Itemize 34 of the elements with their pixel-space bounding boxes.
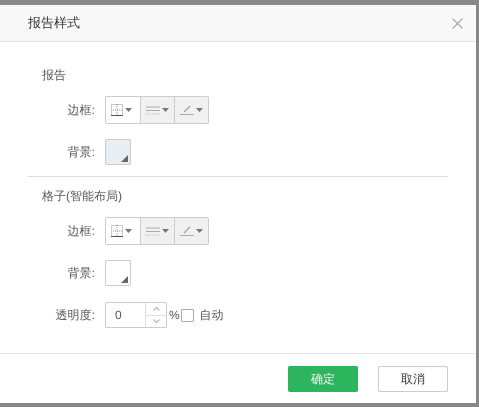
color-swatch[interactable] [105,139,131,165]
field-value: 0 [114,307,123,324]
dialog-title: 报告样式 [28,14,80,32]
line-style-icon [146,226,160,236]
line-style-icon [146,105,160,115]
close-button[interactable] [450,16,464,30]
field-label: 边框: [66,223,96,240]
field-label: 背景: [66,265,96,282]
caret-icon [196,229,203,233]
caret-icon [196,108,203,112]
checkbox[interactable] [180,308,194,322]
chevron-down-icon [152,319,160,324]
corner-triangle-icon [121,276,128,283]
close-icon [452,18,462,28]
caret-icon [125,229,132,233]
section-title: 格子(智能布局) [42,188,123,205]
pen-icon [180,226,194,236]
pen-icon [180,105,194,115]
table-border-icon [111,225,123,237]
checkbox-label: 自动 [200,307,224,324]
cancel-button[interactable]: 取消 [378,366,448,392]
caret-icon [125,108,132,112]
number-field[interactable]: 0 [105,302,167,328]
field-label: 背景: [66,144,96,161]
field-label: 边框: [66,102,96,119]
color-swatch[interactable] [105,260,131,286]
corner-triangle-icon [121,155,128,162]
unit-label: % [169,307,180,324]
caret-icon [162,108,169,112]
section-title: 报告 [42,67,67,84]
field-label: 透明度: [54,307,96,324]
caret-icon [162,229,169,233]
chevron-up-icon [152,306,160,311]
table-border-icon [111,104,123,116]
